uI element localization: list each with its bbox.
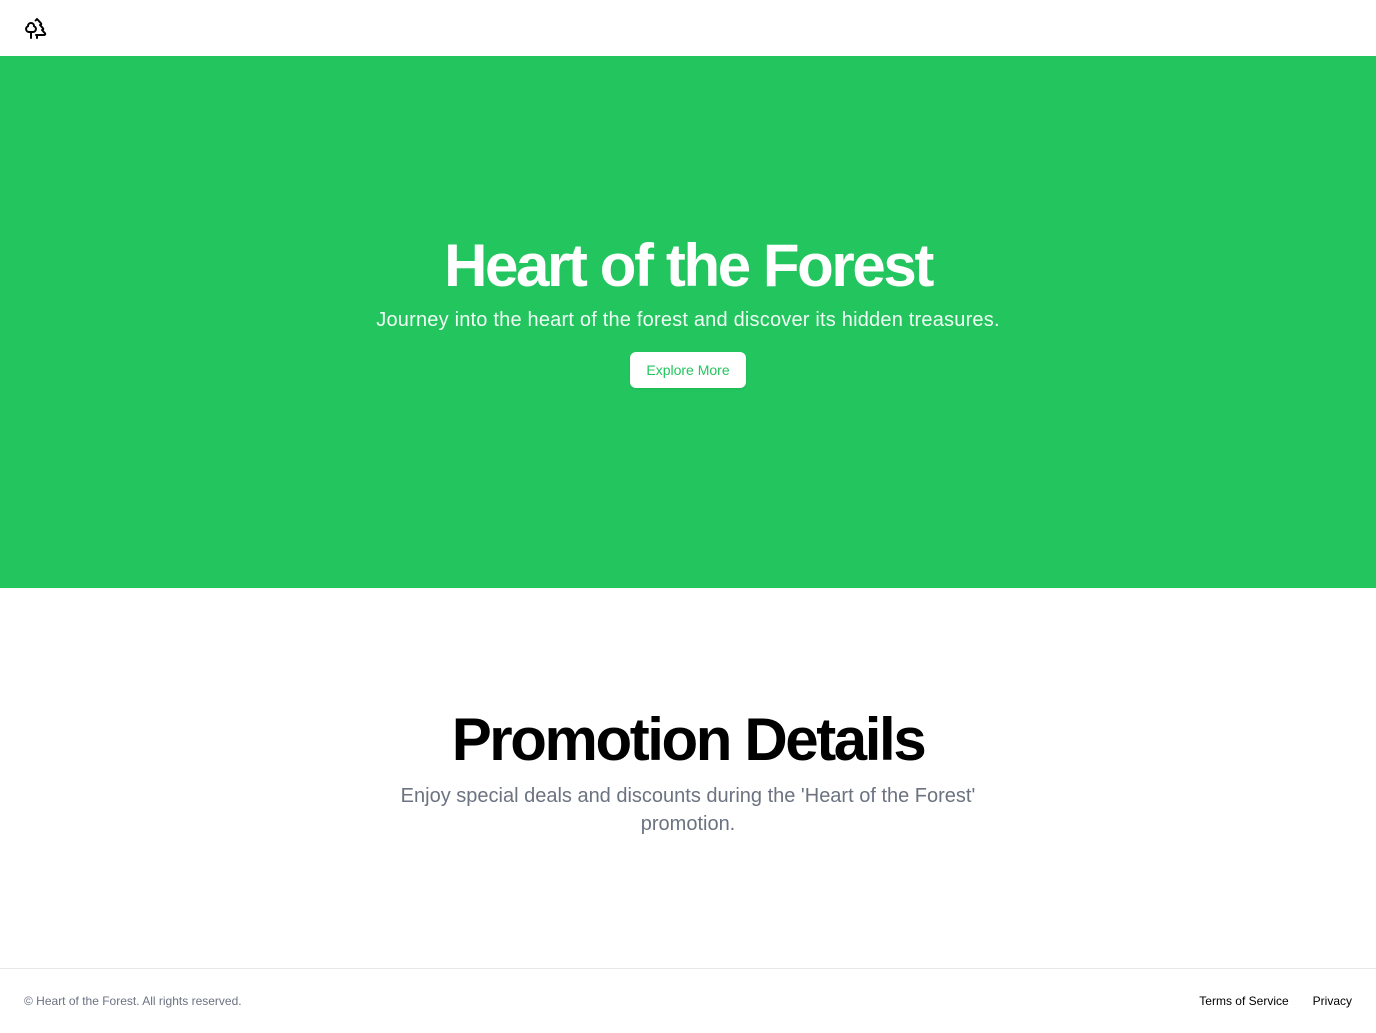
terms-of-service-link[interactable]: Terms of Service <box>1199 994 1288 1008</box>
hero-subtitle: Journey into the heart of the forest and… <box>376 309 1000 331</box>
footer-nav: Terms of Service Privacy <box>1199 994 1352 1008</box>
privacy-link[interactable]: Privacy <box>1313 994 1352 1008</box>
explore-more-button[interactable]: Explore More <box>630 352 746 388</box>
promotion-text: Enjoy special deals and discounts during… <box>400 785 976 835</box>
promotion-title: Promotion Details <box>451 706 927 773</box>
page: Heart of the Forest Journey into the hea… <box>0 0 1376 1033</box>
trees-icon <box>24 16 48 40</box>
promotion-section: Promotion Details Enjoy special deals an… <box>0 588 1376 968</box>
hero-section: Heart of the Forest Journey into the hea… <box>0 56 1376 588</box>
site-header <box>0 0 1376 56</box>
hero-title: Heart of the Forest <box>444 232 934 299</box>
copyright-text: © Heart of the Forest. All rights reserv… <box>24 994 242 1008</box>
logo-link[interactable] <box>24 16 48 40</box>
site-footer: © Heart of the Forest. All rights reserv… <box>0 968 1376 1033</box>
